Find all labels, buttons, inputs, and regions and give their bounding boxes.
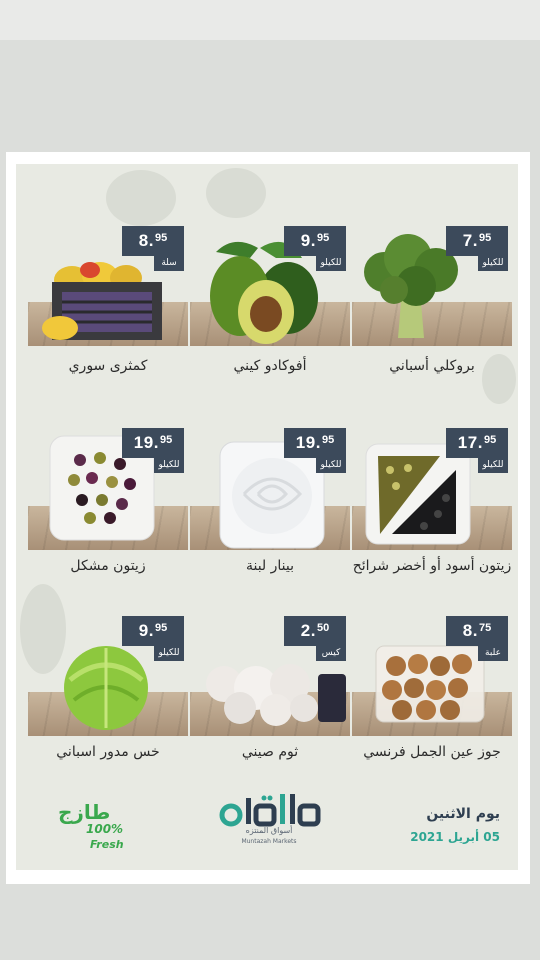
price-tag: 8.95 xyxy=(122,226,184,256)
offer-date: 05 أبريل 2021 xyxy=(410,830,500,844)
price-integer: 2 xyxy=(300,621,311,640)
product-card[interactable]: 17.95 للكيلو زيتون أسود أو أخضر شرائح xyxy=(352,370,512,574)
price-integer: 8 xyxy=(462,621,473,640)
offer-day: يوم الاثنين xyxy=(426,806,500,822)
walnuts-icon xyxy=(375,645,485,723)
product-card[interactable]: 9.95 للكيلو أفوكادو كيني xyxy=(190,168,350,374)
unit-tag: للكيلو xyxy=(478,256,508,271)
unit-tag: سلة xyxy=(154,256,184,271)
unit-tag: علبة xyxy=(478,646,508,661)
product-name: خس مدور اسباني xyxy=(56,744,160,760)
logo-english-name: Muntazah Markets xyxy=(241,838,297,845)
product-card[interactable]: 8.75 علبة جوز عين الجمل فرنسي xyxy=(352,558,512,760)
fresh-arabic-text: طازج xyxy=(58,800,111,824)
price-tag: 9.95 xyxy=(284,226,346,256)
flyer-frame: 7.95 للكيلو بروكلي أسباني 9.95 للكيلو أف… xyxy=(6,152,530,884)
price-tag: 9.95 xyxy=(122,616,184,646)
flyer: 7.95 للكيلو بروكلي أسباني 9.95 للكيلو أف… xyxy=(16,164,518,870)
product-name: جوز عين الجمل فرنسي xyxy=(363,744,501,760)
price-decimal: 95 xyxy=(154,622,168,634)
product-card[interactable]: 19.95 للكيلو بينار لبنة xyxy=(190,370,350,574)
product-card[interactable]: 8.95 سلة كمثرى سوري xyxy=(28,168,188,374)
unit-tag: للكيلو xyxy=(316,256,346,271)
lettuce-icon xyxy=(64,646,148,730)
price-decimal: 95 xyxy=(483,434,497,446)
price-decimal: 95 xyxy=(321,434,335,446)
fresh-percent-text: 100% xyxy=(86,822,124,836)
price-decimal: 75 xyxy=(478,622,492,634)
pear-basket-icon xyxy=(42,262,162,340)
price-tag: 8.75 xyxy=(446,616,508,646)
price-tag: 17.95 xyxy=(446,428,508,458)
product-card[interactable]: 2.50 كيس ثوم صيني xyxy=(190,558,350,760)
unit-tag: للكيلو xyxy=(154,646,184,661)
price-decimal: 95 xyxy=(154,232,168,244)
price-integer: 19 xyxy=(295,433,316,452)
price-decimal: 95 xyxy=(159,434,173,446)
price-tag: 2.50 xyxy=(284,616,346,646)
price-integer: 7 xyxy=(462,231,473,250)
unit-tag: كيس xyxy=(316,646,346,661)
price-integer: 17 xyxy=(457,433,478,452)
price-integer: 8 xyxy=(138,231,149,250)
price-tag: 19.95 xyxy=(122,428,184,458)
price-integer: 19 xyxy=(133,433,154,452)
top-band xyxy=(0,0,540,40)
price-tag: 7.95 xyxy=(446,226,508,256)
unit-tag: للكيلو xyxy=(154,458,184,473)
price-decimal: 95 xyxy=(478,232,492,244)
product-card[interactable]: 7.95 للكيلو بروكلي أسباني xyxy=(352,168,512,374)
product-card[interactable]: 9.95 للكيلو خس مدور اسباني xyxy=(28,558,188,760)
fresh-badge: طازج 100% Fresh xyxy=(54,800,144,864)
logo-mark xyxy=(219,794,321,827)
price-integer: 9 xyxy=(300,231,311,250)
unit-tag: للكيلو xyxy=(316,458,346,473)
product-name: ثوم صيني xyxy=(241,744,299,760)
price-decimal: 50 xyxy=(316,622,330,634)
price-decimal: 95 xyxy=(316,232,330,244)
logo-arabic-name: أسواق المنتزه xyxy=(245,826,293,835)
unit-tag: للكيلو xyxy=(478,458,508,473)
fresh-english-text: Fresh xyxy=(90,838,124,851)
product-card[interactable]: 19.95 للكيلو زيتون مشكل xyxy=(28,370,188,574)
price-integer: 9 xyxy=(138,621,149,640)
muntazah-logo: أسواق المنتزه Muntazah Markets xyxy=(214,792,324,862)
price-tag: 19.95 xyxy=(284,428,346,458)
